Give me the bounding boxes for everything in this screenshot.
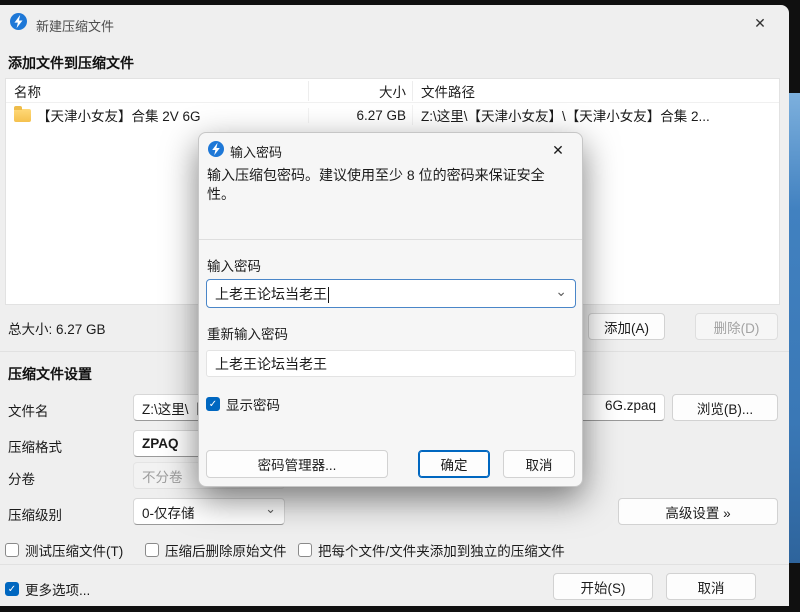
password-manager-button[interactable]: 密码管理器... [206, 450, 388, 478]
confirm-password-label: 重新输入密码 [207, 327, 288, 342]
checkbox-checked-icon: ✓ [206, 397, 220, 411]
format-value: ZPAQ [142, 436, 179, 451]
checkbox-label: 测试压缩文件(T) [25, 544, 124, 559]
file-path: Z:\这里\【天津小女友】\【天津小女友】合集 2... [412, 105, 779, 125]
checkbox-label: 更多选项... [25, 583, 91, 598]
desktop: 新建压缩文件 ✕ 添加文件到压缩文件 名称 大小 文件路径 【天津小女友】合集 … [0, 0, 800, 612]
divider [199, 239, 582, 240]
total-size-label: 总大小: 6.27 GB [8, 322, 106, 337]
checkbox-test-archive[interactable]: 测试压缩文件(T) [5, 540, 123, 560]
desktop-wallpaper-strip [788, 93, 800, 563]
divider [0, 564, 789, 565]
checkbox-icon [298, 543, 312, 557]
checkbox-label: 显示密码 [226, 398, 280, 413]
password-dialog: 输入密码 ✕ 输入压缩包密码。建议使用至少 8 位的密码来保证安全性。 输入密码… [198, 132, 583, 487]
level-label: 压缩级别 [8, 508, 62, 523]
volume-value: 不分卷 [142, 469, 183, 485]
delete-button: 删除(D) [695, 313, 778, 340]
zip-app-icon [208, 141, 224, 157]
password-value: 上老王论坛当老王 [215, 285, 327, 302]
filename-value-start: Z:\这里\【 [142, 401, 202, 417]
dialog-cancel-button[interactable]: 取消 [503, 450, 575, 478]
confirm-password-input[interactable]: 上老王论坛当老王 [206, 350, 576, 377]
filename-value-end: 6G.zpaq [604, 397, 656, 413]
confirm-password-value: 上老王论坛当老王 [215, 355, 327, 372]
column-header-name[interactable]: 名称 [6, 81, 308, 101]
table-header-row: 名称 大小 文件路径 [6, 79, 779, 103]
close-icon[interactable]: ✕ [544, 138, 572, 162]
column-header-path[interactable]: 文件路径 [412, 80, 779, 101]
window-title: 新建压缩文件 [36, 19, 115, 34]
checkbox-show-password[interactable]: ✓ 显示密码 [206, 394, 280, 414]
browse-button[interactable]: 浏览(B)... [672, 394, 778, 421]
settings-section-title: 压缩文件设置 [8, 366, 92, 382]
table-row[interactable]: 【天津小女友】合集 2V 6G 6.27 GB Z:\这里\【天津小女友】\【天… [6, 103, 779, 127]
checkbox-delete-after[interactable]: 压缩后删除原始文件 [145, 540, 287, 560]
format-label: 压缩格式 [8, 440, 62, 455]
file-size: 6.27 GB [308, 107, 412, 123]
checkbox-icon [5, 543, 19, 557]
level-value: 0-仅存储 [142, 505, 195, 521]
dialog-description: 输入压缩包密码。建议使用至少 8 位的密码来保证安全性。 [207, 167, 545, 202]
zip-app-icon [10, 13, 27, 30]
add-files-section-title: 添加文件到压缩文件 [8, 55, 134, 71]
add-button[interactable]: 添加(A) [588, 313, 665, 340]
level-select[interactable]: 0-仅存储 ⌄ [133, 498, 285, 525]
text-cursor [328, 286, 329, 303]
checkbox-label: 把每个文件/文件夹添加到独立的压缩文件 [318, 544, 565, 559]
ok-button[interactable]: 确定 [418, 450, 490, 478]
chevron-down-icon[interactable]: ⌄ [555, 283, 567, 300]
cancel-button[interactable]: 取消 [666, 573, 756, 600]
filename-label: 文件名 [8, 404, 49, 419]
close-icon[interactable]: ✕ [745, 11, 775, 35]
password-label: 输入密码 [207, 259, 261, 274]
folder-icon [14, 105, 31, 122]
checkbox-icon [145, 543, 159, 557]
checkbox-label: 压缩后删除原始文件 [165, 544, 287, 559]
chevron-down-icon: ⌄ [265, 501, 276, 516]
start-button[interactable]: 开始(S) [553, 573, 653, 600]
password-input[interactable]: 上老王论坛当老王 ⌄ [206, 279, 576, 308]
volume-label: 分卷 [8, 472, 35, 487]
checkbox-more-options[interactable]: ✓ 更多选项... [5, 579, 90, 599]
checkbox-checked-icon: ✓ [5, 582, 19, 596]
file-name: 【天津小女友】合集 2V 6G [37, 109, 201, 124]
advanced-settings-button[interactable]: 高级设置 » [618, 498, 778, 525]
dialog-title: 输入密码 [230, 145, 283, 160]
column-header-size[interactable]: 大小 [308, 80, 412, 101]
checkbox-separate-archives[interactable]: 把每个文件/文件夹添加到独立的压缩文件 [298, 540, 565, 560]
